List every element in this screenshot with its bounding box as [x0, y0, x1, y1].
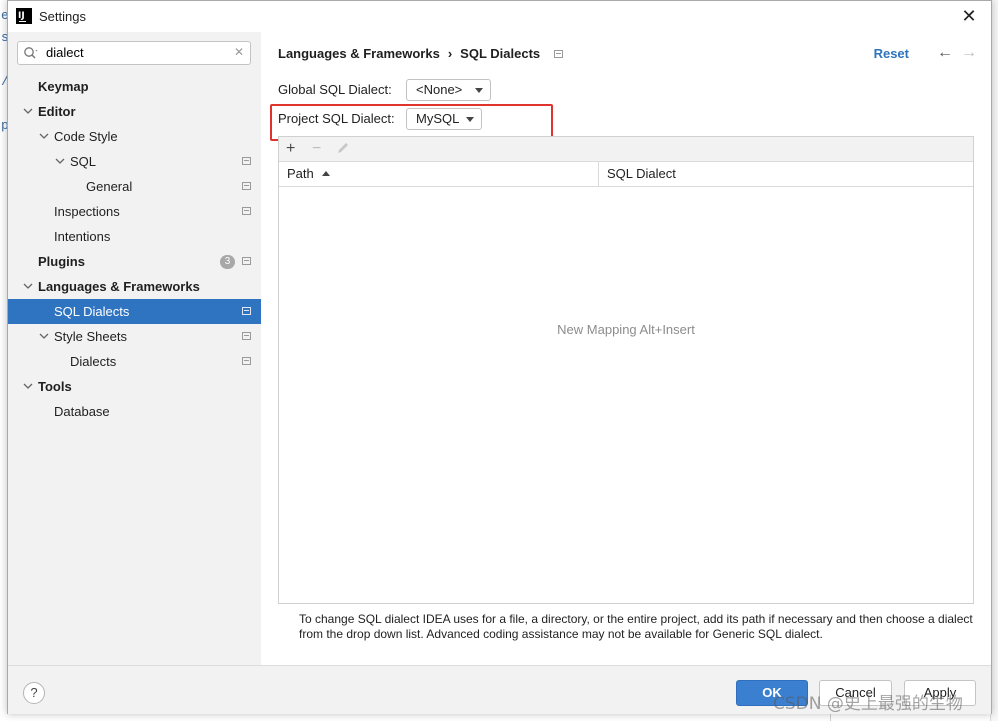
ok-button[interactable]: OK	[736, 680, 808, 706]
dialog-footer: ? OK Cancel Apply	[8, 665, 991, 714]
sidebar-item-sql[interactable]: SQL	[8, 149, 261, 174]
project-settings-icon	[242, 207, 251, 215]
sidebar-item-editor[interactable]: Editor	[8, 99, 261, 124]
settings-dialog: IJ Settings ✕ ✕ Keymap Editor	[7, 0, 992, 714]
global-sql-dialect-label: Global SQL Dialect:	[278, 82, 392, 97]
breadcrumb-current: SQL Dialects	[460, 46, 541, 61]
empty-table-hint[interactable]: New Mapping Alt+Insert	[279, 322, 973, 337]
close-icon[interactable]: ✕	[960, 7, 978, 25]
add-icon[interactable]: +	[286, 140, 295, 158]
reset-link[interactable]: Reset	[874, 46, 909, 61]
sidebar-item-database[interactable]: Database	[8, 399, 261, 424]
chevron-down-icon[interactable]	[22, 274, 34, 299]
help-description: To change SQL dialect IDEA uses for a fi…	[299, 612, 973, 641]
sidebar-item-label: Keymap	[38, 79, 89, 94]
plugins-update-badge: 3	[220, 255, 235, 269]
breadcrumb-parent[interactable]: Languages & Frameworks	[278, 46, 440, 61]
clear-search-icon[interactable]: ✕	[234, 45, 244, 59]
sidebar-item-label: Inspections	[54, 204, 120, 219]
global-sql-dialect-select[interactable]: <None>	[406, 79, 491, 101]
column-header-label: SQL Dialect	[607, 166, 676, 181]
settings-content: Languages & Frameworks › SQL Dialects Rese…	[261, 32, 991, 665]
column-header-sql-dialect[interactable]: SQL Dialect	[599, 162, 973, 186]
sidebar-item-general[interactable]: General	[8, 174, 261, 199]
title-bar: IJ Settings ✕	[8, 1, 991, 32]
sort-ascending-icon	[321, 171, 330, 177]
sidebar-item-label: General	[86, 179, 133, 194]
sidebar-item-label: Languages & Frameworks	[38, 279, 200, 294]
sidebar-item-label: Code Style	[54, 129, 118, 144]
chevron-down-icon[interactable]	[22, 374, 34, 399]
chevron-down-icon[interactable]	[38, 324, 50, 349]
sidebar-item-keymap[interactable]: Keymap	[8, 74, 261, 99]
project-settings-icon	[242, 357, 251, 365]
chevron-down-icon[interactable]	[38, 124, 50, 149]
forward-arrow-icon[interactable]: →	[961, 44, 977, 62]
sidebar-item-label: Tools	[38, 379, 72, 394]
table-header: Path SQL Dialect	[279, 162, 973, 187]
apply-button[interactable]: Apply	[904, 680, 976, 706]
dialect-mapping-table: + − Path SQL Dialect New Mapping Alt+Ins…	[278, 136, 974, 604]
sidebar-item-style-sheets[interactable]: Style Sheets	[8, 324, 261, 349]
cancel-button[interactable]: Cancel	[819, 680, 892, 706]
sidebar-item-plugins[interactable]: Plugins 3	[8, 249, 261, 274]
search-input[interactable]	[46, 45, 216, 60]
sidebar-item-tools[interactable]: Tools	[8, 374, 261, 399]
sidebar-item-label: Style Sheets	[54, 329, 127, 344]
project-settings-icon	[242, 257, 251, 265]
settings-tree: Keymap Editor Code Style SQL General Ins…	[8, 74, 261, 424]
window-title: Settings	[39, 9, 86, 24]
search-field[interactable]: ✕	[17, 41, 251, 65]
settings-sidebar: ✕ Keymap Editor Code Style SQL	[8, 32, 261, 665]
sidebar-item-dialects[interactable]: Dialects	[8, 349, 261, 374]
back-arrow-icon[interactable]: ←	[937, 44, 953, 62]
sidebar-item-label: Database	[54, 404, 110, 419]
breadcrumb-separator: ›	[447, 46, 453, 61]
search-icon	[24, 47, 38, 59]
sidebar-item-label: Dialects	[70, 354, 117, 369]
breadcrumb: Languages & Frameworks › SQL Dialects	[278, 46, 564, 61]
sidebar-item-code-style[interactable]: Code Style	[8, 124, 261, 149]
project-settings-icon	[242, 182, 251, 190]
project-settings-icon	[554, 49, 564, 58]
edit-icon[interactable]	[336, 141, 350, 155]
help-button[interactable]: ?	[23, 682, 45, 704]
chevron-down-icon[interactable]	[22, 99, 34, 124]
sidebar-item-inspections[interactable]: Inspections	[8, 199, 261, 224]
intellij-logo-icon: IJ	[16, 8, 32, 24]
project-settings-icon	[242, 157, 251, 165]
dropdown-arrow-icon	[475, 88, 483, 93]
sidebar-item-sql-dialects[interactable]: SQL Dialects	[8, 299, 261, 324]
remove-icon[interactable]: −	[312, 140, 321, 158]
sidebar-item-intentions[interactable]: Intentions	[8, 224, 261, 249]
sidebar-item-label: SQL	[70, 154, 97, 169]
project-settings-icon	[242, 332, 251, 340]
chevron-down-icon[interactable]	[54, 149, 66, 174]
table-toolbar: + −	[279, 137, 973, 162]
project-settings-icon	[242, 307, 251, 315]
sidebar-item-label: Intentions	[54, 229, 111, 244]
sidebar-item-languages-frameworks[interactable]: Languages & Frameworks	[8, 274, 261, 299]
column-header-label: Path	[287, 166, 314, 181]
sidebar-item-label: Editor	[38, 104, 76, 119]
sidebar-item-label: Plugins	[38, 254, 85, 269]
sidebar-item-label: SQL Dialects	[54, 304, 130, 319]
column-header-path[interactable]: Path	[279, 162, 599, 186]
global-sql-dialect-value: <None>	[416, 82, 463, 97]
